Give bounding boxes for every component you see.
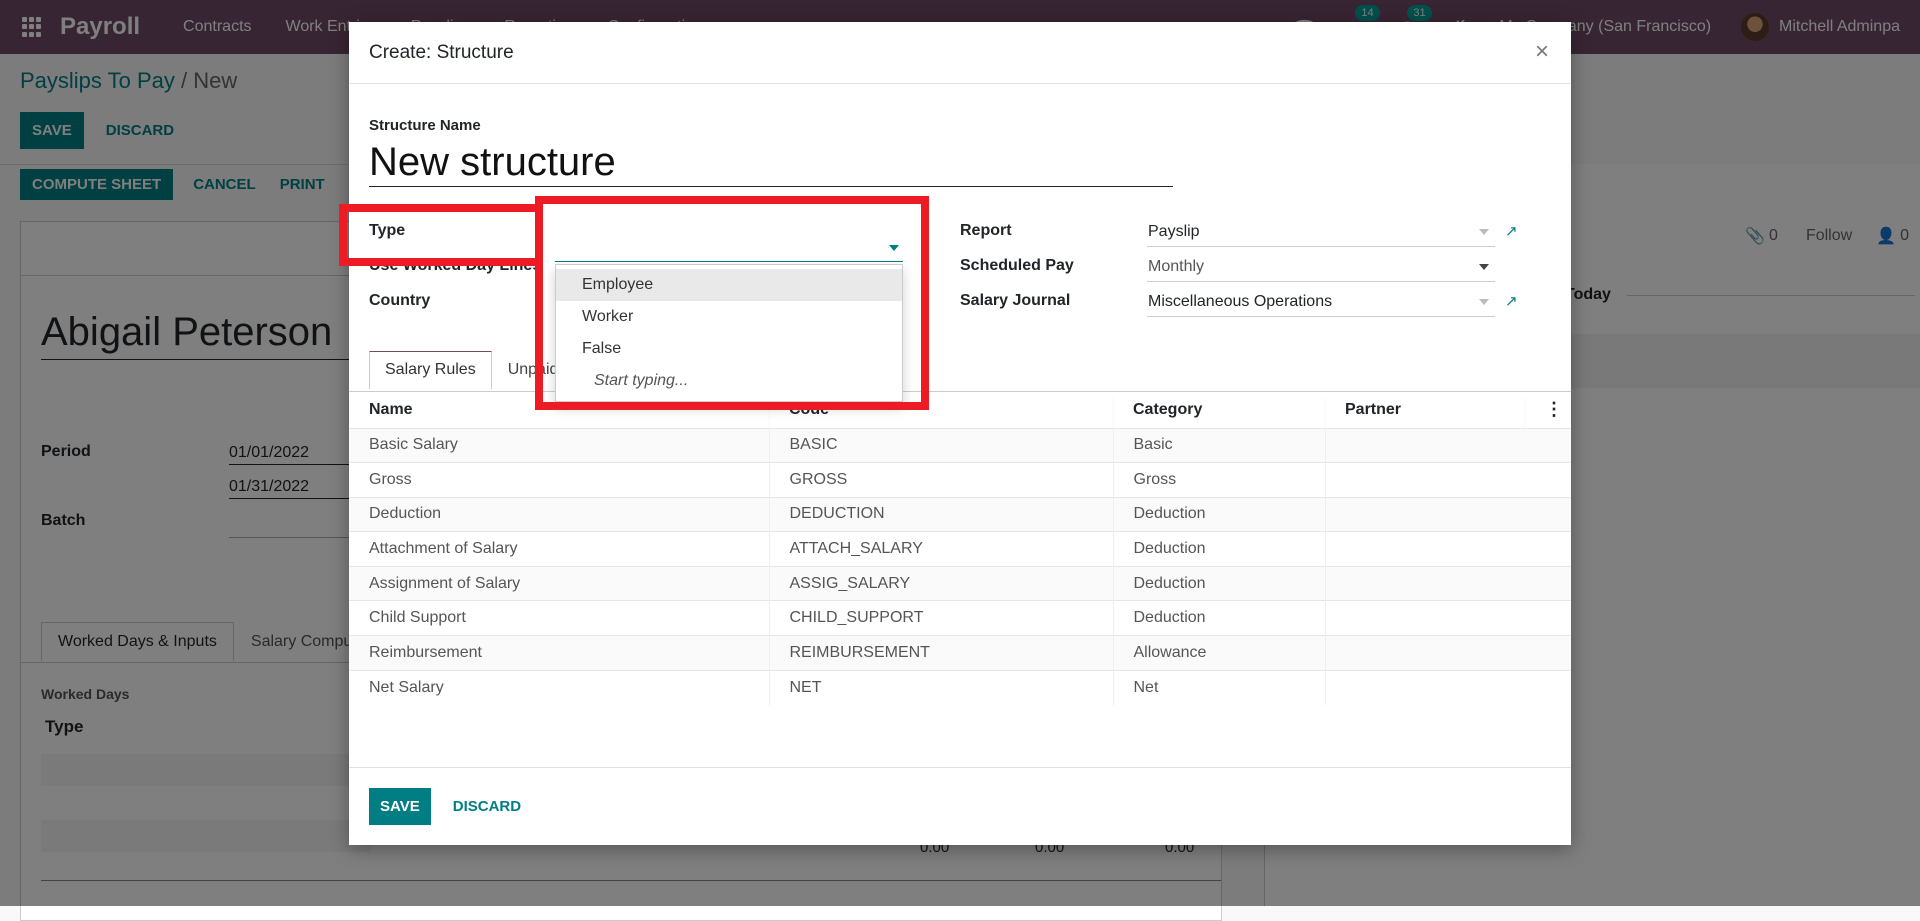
table-row[interactable]: Assignment of Salary ASSIG_SALARY Deduct… — [349, 565, 1571, 601]
tab-salary-rules[interactable]: Salary Rules — [369, 351, 492, 389]
rule-code: ATTACH_SALARY — [768, 531, 1113, 567]
rule-name: Gross — [349, 462, 769, 498]
rule-code: DEDUCTION — [768, 496, 1113, 532]
chevron-down-icon[interactable] — [889, 245, 899, 251]
rule-name: Net Salary — [349, 669, 769, 705]
rule-code: BASIC — [768, 427, 1113, 463]
chevron-down-icon[interactable] — [1479, 263, 1489, 270]
salary-journal-label: Salary Journal — [960, 292, 1071, 309]
salary-journal-field[interactable]: Miscellaneous Operations — [1147, 287, 1495, 317]
rule-code: NET — [768, 669, 1113, 705]
column-partner[interactable]: Partner — [1325, 392, 1525, 428]
rule-category: Gross — [1112, 462, 1325, 498]
table-row[interactable]: Deduction DEDUCTION Deduction — [349, 496, 1571, 532]
rule-category: Deduction — [1112, 496, 1325, 532]
rule-code: ASSIG_SALARY — [768, 565, 1113, 601]
rule-partner — [1324, 565, 1571, 601]
dialog-save-button[interactable]: SAVE — [369, 788, 431, 825]
rule-name: Child Support — [349, 600, 769, 636]
column-category[interactable]: Category — [1113, 392, 1325, 428]
structure-name-input[interactable] — [369, 139, 1173, 187]
use-worked-day-lines-label: Use Worked Day Lines — [369, 257, 542, 274]
rule-partner — [1324, 635, 1571, 671]
rule-partner — [1324, 531, 1571, 567]
rule-name: Attachment of Salary — [349, 531, 769, 567]
external-link-icon[interactable]: ↗ — [1505, 224, 1521, 240]
structure-name-label: Structure Name — [369, 117, 481, 134]
dialog-header: Create: Structure — [349, 22, 1571, 84]
type-select-input[interactable] — [555, 232, 903, 262]
type-label: Type — [369, 222, 406, 239]
rule-category: Deduction — [1112, 565, 1325, 601]
dialog-discard-button[interactable]: DISCARD — [449, 790, 525, 823]
close-icon[interactable]: × — [1529, 39, 1555, 65]
table-row[interactable]: Net Salary NET Net — [349, 669, 1571, 705]
rule-code: GROSS — [768, 462, 1113, 498]
rule-category: Allowance — [1112, 635, 1325, 671]
rule-name: Basic Salary — [349, 427, 769, 463]
create-structure-dialog: Create: Structure × Structure Name Type … — [349, 22, 1571, 845]
type-option-worker[interactable]: Worker — [556, 301, 902, 333]
report-value: Payslip — [1148, 222, 1200, 240]
salary-journal-value: Miscellaneous Operations — [1148, 292, 1333, 310]
table-row[interactable]: Reimbursement REIMBURSEMENT Allowance — [349, 635, 1571, 671]
report-field[interactable]: Payslip — [1147, 217, 1495, 247]
chevron-down-icon[interactable] — [1479, 228, 1489, 235]
rule-name: Assignment of Salary — [349, 565, 769, 601]
report-label: Report — [960, 222, 1012, 239]
start-typing-hint: Start typing... — [594, 372, 689, 389]
chevron-down-icon[interactable] — [1479, 298, 1489, 305]
rule-category: Deduction — [1112, 531, 1325, 567]
scheduled-pay-select[interactable]: Monthly — [1147, 252, 1495, 282]
table-row[interactable]: Gross GROSS Gross — [349, 462, 1571, 498]
salary-rules-table: Name Code Category Partner ⋮ Basic Salar… — [349, 392, 1571, 705]
rule-category: Net — [1112, 669, 1325, 705]
rule-partner — [1324, 496, 1571, 532]
table-row[interactable]: Basic Salary BASIC Basic — [349, 427, 1571, 463]
type-option-employee[interactable]: Employee — [556, 269, 902, 301]
rule-partner — [1324, 427, 1571, 463]
country-label: Country — [369, 292, 431, 309]
table-row[interactable]: Child Support CHILD_SUPPORT Deduction — [349, 600, 1571, 636]
table-row[interactable]: Attachment of Salary ATTACH_SALARY Deduc… — [349, 531, 1571, 567]
scheduled-pay-label: Scheduled Pay — [960, 257, 1074, 274]
rule-partner — [1324, 600, 1571, 636]
rule-partner — [1324, 462, 1571, 498]
optional-columns-icon[interactable]: ⋮ — [1525, 392, 1571, 428]
rule-code: REIMBURSEMENT — [768, 635, 1113, 671]
table-header-row: Name Code Category Partner ⋮ — [349, 392, 1571, 428]
rule-partner — [1324, 669, 1571, 705]
rule-category: Deduction — [1112, 600, 1325, 636]
dialog-footer: SAVE DISCARD — [349, 767, 1571, 845]
rule-name: Deduction — [349, 496, 769, 532]
external-link-icon[interactable]: ↗ — [1505, 294, 1521, 310]
type-option-false[interactable]: False — [556, 333, 902, 365]
rule-category: Basic — [1112, 427, 1325, 463]
rule-code: CHILD_SUPPORT — [768, 600, 1113, 636]
scheduled-pay-value: Monthly — [1148, 257, 1205, 275]
dialog-title: Create: Structure — [369, 41, 514, 63]
rule-name: Reimbursement — [349, 635, 769, 671]
type-dropdown-menu: Employee Worker False Start typing... — [555, 264, 903, 402]
